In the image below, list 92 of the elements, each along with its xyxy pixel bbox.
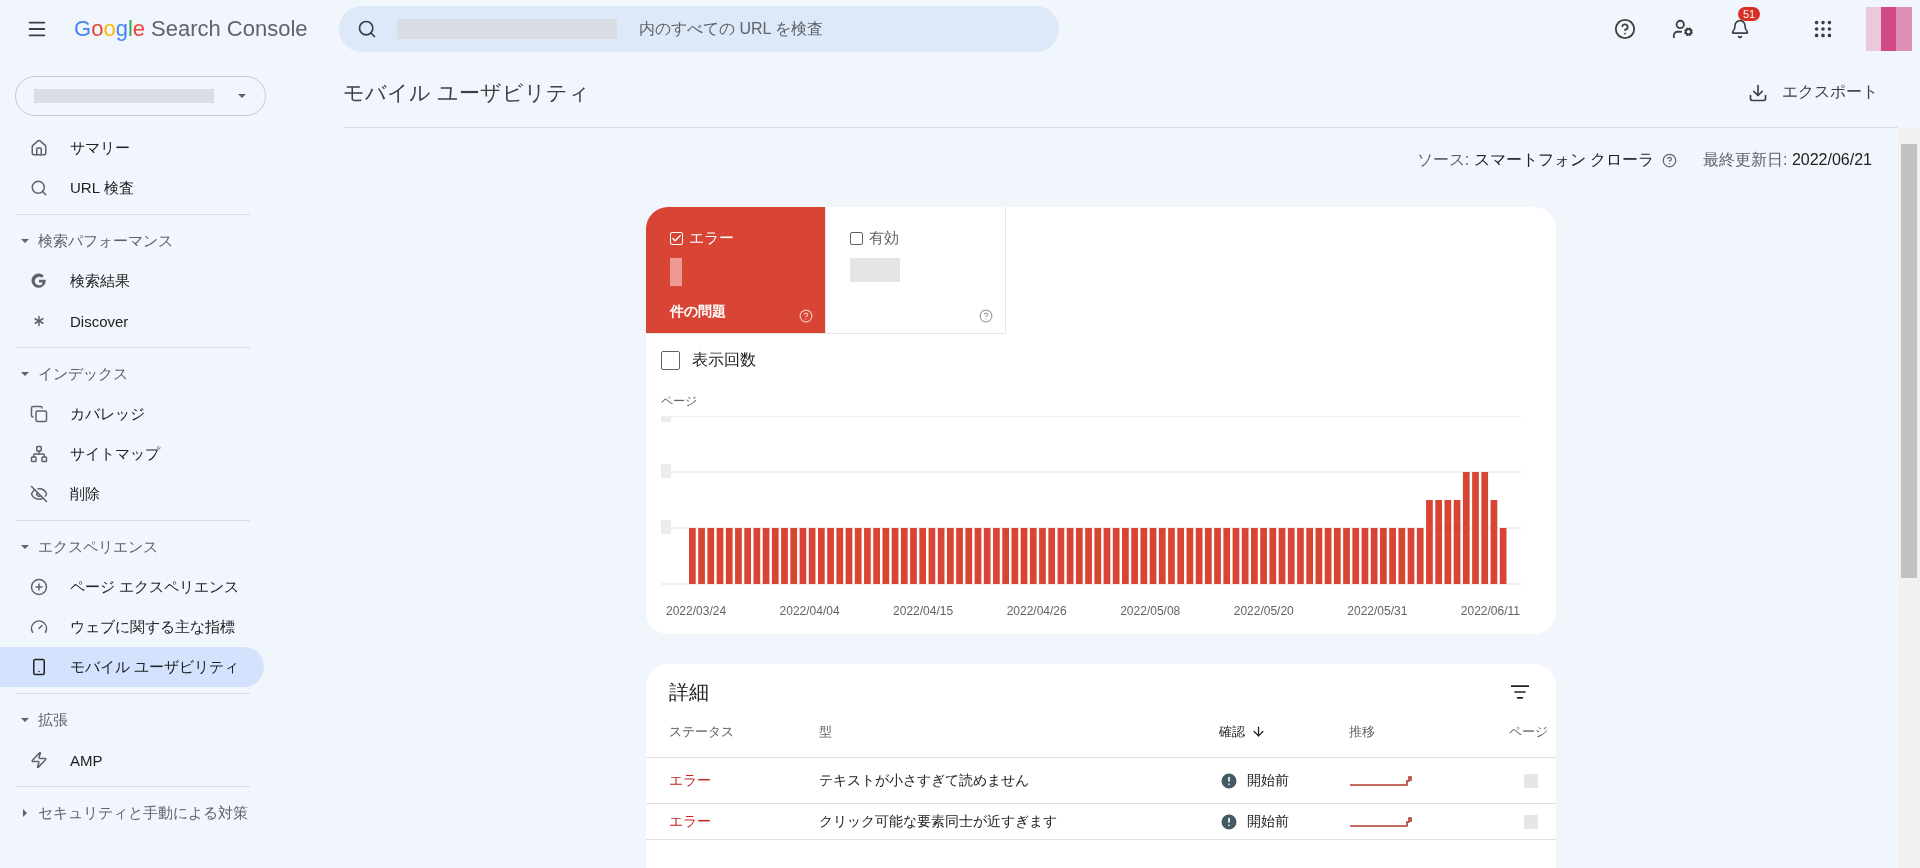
column-header[interactable]: 確認 xyxy=(1219,722,1349,741)
copy-icon xyxy=(30,405,48,423)
search-icon xyxy=(357,19,377,39)
checkbox[interactable] xyxy=(850,232,863,245)
caret-down-icon xyxy=(237,91,247,101)
column-header[interactable]: 型 xyxy=(819,722,1219,741)
checkbox[interactable] xyxy=(661,351,680,370)
notification-count: 51 xyxy=(1738,7,1761,21)
export-button[interactable]: エクスポート xyxy=(1742,81,1884,104)
nav-item[interactable]: サマリー xyxy=(0,128,264,168)
impressions-toggle[interactable]: 表示回数 xyxy=(661,350,756,371)
x-axis-label: 2022/03/24 xyxy=(666,604,727,618)
nav-item[interactable]: Discover xyxy=(0,301,264,341)
nav-item[interactable]: ウェブに関する主な指標 xyxy=(0,607,264,647)
column-header[interactable]: 推移 xyxy=(1349,722,1509,741)
status-cell-text: エラー xyxy=(669,812,712,831)
eye-off-icon xyxy=(30,485,48,503)
x-axis-label: 2022/04/26 xyxy=(1006,604,1067,618)
help-icon[interactable] xyxy=(1662,153,1677,168)
validation-cell: 開始前 xyxy=(1247,771,1289,790)
x-axis-label: 2022/05/31 xyxy=(1347,604,1408,618)
notifications-button[interactable]: 51 xyxy=(1726,7,1758,43)
alert-icon xyxy=(1219,770,1239,791)
nav-item[interactable]: 削除 xyxy=(0,474,264,514)
download-icon xyxy=(1748,82,1768,103)
caret-down-icon xyxy=(20,542,30,552)
last-updated: 最終更新日: 2022/06/21 xyxy=(1703,150,1872,170)
smartphone-icon xyxy=(30,658,48,676)
home-icon xyxy=(30,139,48,157)
nav-section-header[interactable]: 検索パフォーマンス xyxy=(0,221,276,261)
alert-icon xyxy=(1219,811,1239,832)
tile-label: 有効 xyxy=(869,229,899,248)
metric-tile[interactable]: 有効 xyxy=(826,207,1006,334)
google-logo: Google xyxy=(74,16,145,42)
caret-right-icon xyxy=(20,808,30,818)
search-icon xyxy=(30,179,48,197)
g-letter-icon xyxy=(30,272,48,290)
tile-label: エラー xyxy=(689,229,734,248)
trend-sparkline xyxy=(1349,815,1413,828)
product-name: Search Console xyxy=(151,16,308,42)
nav-item[interactable]: URL 検査 xyxy=(0,168,264,208)
caret-down-icon xyxy=(20,236,30,246)
nav-item[interactable]: AMP xyxy=(0,740,264,780)
redacted-count xyxy=(1524,773,1538,788)
bell-icon xyxy=(1730,19,1750,39)
redacted-count xyxy=(670,258,682,286)
search-field[interactable]: 内のすべての URL を検査 xyxy=(637,19,1041,39)
column-header[interactable]: ステータス xyxy=(669,722,819,741)
x-axis-label: 2022/05/20 xyxy=(1233,604,1294,618)
table-row[interactable]: エラー テキストが小さすぎて読めません 開始前 xyxy=(646,758,1556,804)
user-gear-icon xyxy=(1672,18,1694,40)
redacted-count xyxy=(1524,814,1538,829)
status-cell-text: エラー xyxy=(669,771,712,790)
redacted-count xyxy=(850,258,900,282)
page-title: モバイル ユーザビリティ xyxy=(343,79,590,106)
caret-down-icon xyxy=(20,715,30,725)
nav-section-header[interactable]: セキュリティと手動による対策 xyxy=(0,793,276,833)
trend-sparkline xyxy=(1349,774,1413,787)
validation-cell: 開始前 xyxy=(1247,812,1289,831)
x-axis-label: 2022/04/04 xyxy=(779,604,840,618)
apps-grid-icon xyxy=(1812,18,1834,40)
nav-section-header[interactable]: インデックス xyxy=(0,354,276,394)
column-header[interactable]: ページ xyxy=(1509,722,1548,741)
help-icon xyxy=(1614,18,1636,40)
help-icon[interactable] xyxy=(979,309,993,323)
section-title: 詳細 xyxy=(669,679,709,705)
source-info: ソース: スマートフォン クローラ xyxy=(1416,150,1654,170)
sitemap-icon xyxy=(30,445,48,463)
x-axis-label: 2022/05/08 xyxy=(1120,604,1181,618)
nav-item[interactable]: 検索結果 xyxy=(0,261,264,301)
checkbox-label: 表示回数 xyxy=(692,350,756,370)
tile-caption: 件の問題 xyxy=(670,303,727,321)
scrollbar[interactable] xyxy=(1898,128,1920,868)
x-axis-label: 2022/04/15 xyxy=(893,604,954,618)
nav-item[interactable]: ページ エクスペリエンス xyxy=(0,567,264,607)
bolt-icon xyxy=(30,751,48,769)
nav-item[interactable]: サイトマップ xyxy=(0,434,264,474)
filter-icon xyxy=(1510,682,1530,702)
plus-circle-icon xyxy=(30,578,48,596)
nav-item[interactable]: モバイル ユーザビリティ xyxy=(0,647,264,687)
table-row[interactable]: エラー クリック可能な要素同士が近すぎます 開始前 xyxy=(646,804,1556,840)
nav-item[interactable]: カバレッジ xyxy=(0,394,264,434)
caret-down-icon xyxy=(20,369,30,379)
gauge-icon xyxy=(30,618,48,636)
y-axis-label: ページ xyxy=(661,393,698,410)
avatar[interactable] xyxy=(1866,7,1912,51)
x-axis-label: 2022/06/11 xyxy=(1460,604,1520,618)
nav-section-header[interactable]: 拡張 xyxy=(0,700,276,740)
nav-section-header[interactable]: エクスペリエンス xyxy=(0,527,276,567)
type-cell-text: クリック可能な要素同士が近すぎます xyxy=(819,812,1058,831)
type-cell-text: テキストが小さすぎて読めません xyxy=(819,771,1030,790)
sort-arrow-icon xyxy=(1251,724,1266,739)
